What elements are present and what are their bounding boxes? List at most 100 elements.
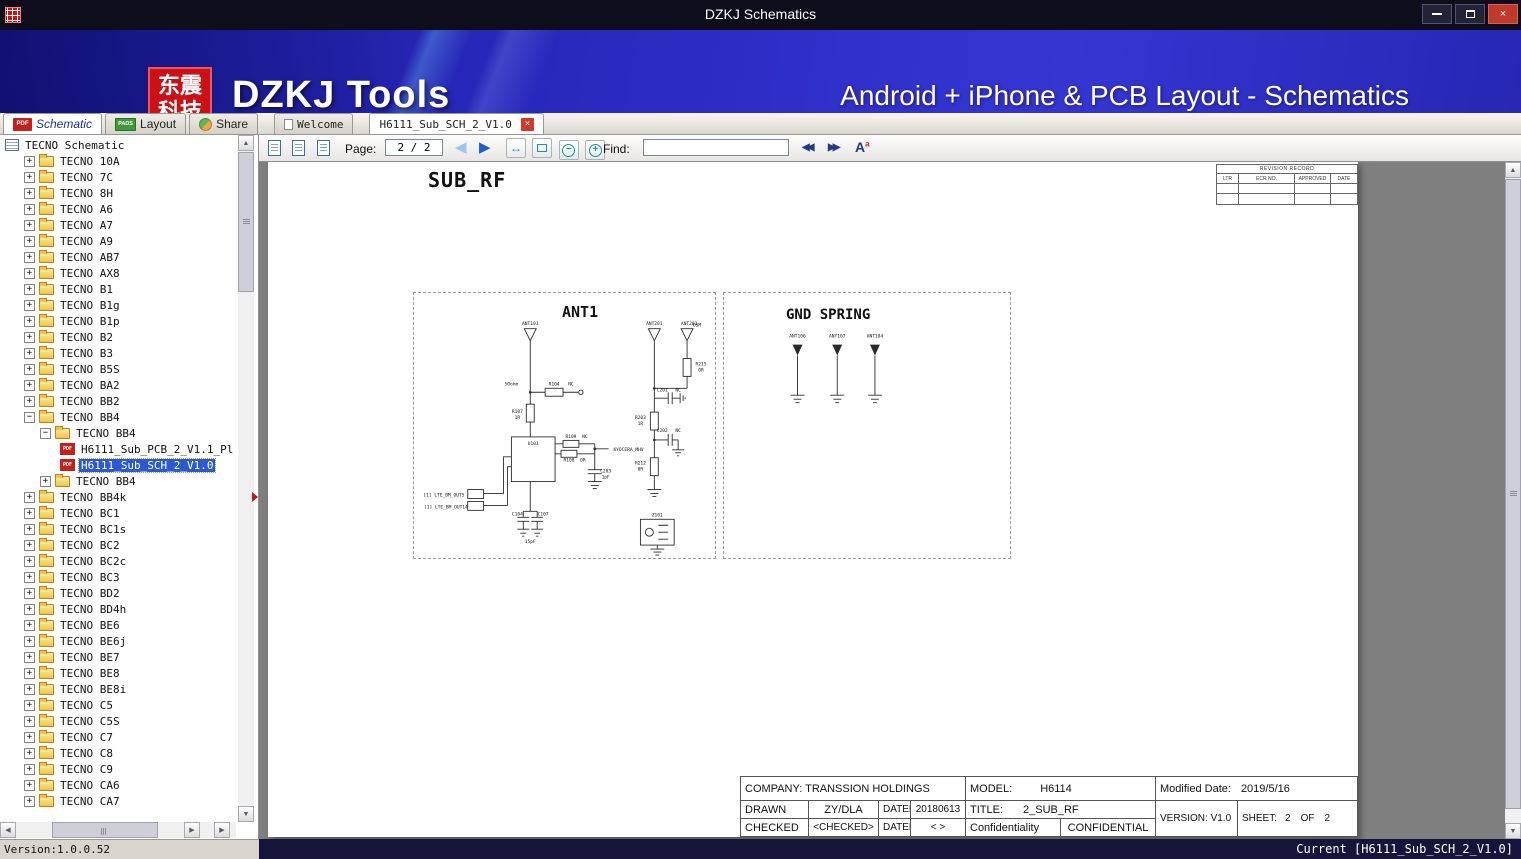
tree-folder-item[interactable]: + TECNO B5S bbox=[0, 361, 235, 377]
tree-item-label[interactable]: TECNO BC3 bbox=[58, 571, 122, 584]
expand-icon[interactable]: + bbox=[24, 796, 35, 807]
expand-icon[interactable]: + bbox=[24, 700, 35, 711]
tab-document-active[interactable]: H6111_Sub_SCH_2_V1.0 × bbox=[369, 113, 543, 134]
tree-item-label[interactable]: TECNO B5S bbox=[58, 363, 122, 376]
expand-icon[interactable]: + bbox=[24, 492, 35, 503]
tree-item-label[interactable]: TECNO B1 bbox=[58, 283, 115, 296]
expand-icon[interactable]: + bbox=[24, 716, 35, 727]
tree-item-label[interactable]: TECNO BD2 bbox=[58, 587, 122, 600]
tree-folder-item[interactable]: +TECNO BC2c bbox=[0, 553, 235, 569]
tree-item-label[interactable]: TECNO CA6 bbox=[58, 779, 122, 792]
maximize-button[interactable] bbox=[1455, 4, 1485, 24]
tree-folder-item[interactable]: + TECNO CA6 bbox=[0, 777, 235, 793]
tree-item-label[interactable]: H6111_Sub_PCB_2_V1.1_Pl bbox=[79, 443, 235, 456]
tree-item-label[interactable]: TECNO BE8 bbox=[58, 667, 122, 680]
tree-folder-item[interactable]: +TECNO BE8 bbox=[0, 665, 235, 681]
tree-item-label[interactable]: TECNO AX8 bbox=[58, 267, 122, 280]
tree-item-label[interactable]: TECNO C9 bbox=[58, 763, 115, 776]
collapse-icon[interactable]: − bbox=[24, 412, 35, 423]
tree-item-label[interactable]: TECNO B1g bbox=[58, 299, 122, 312]
minimize-button[interactable] bbox=[1422, 4, 1452, 24]
tree-folder-item[interactable]: +TECNO A7 bbox=[0, 217, 235, 233]
scroll-left-icon[interactable]: ◀ bbox=[0, 822, 16, 838]
previous-page-icon[interactable]: ◀ bbox=[455, 139, 467, 157]
tree-folder-item[interactable]: +TECNO BC1s bbox=[0, 521, 235, 537]
next-page-icon[interactable]: ▶ bbox=[479, 139, 491, 157]
close-tab-icon[interactable]: × bbox=[521, 118, 534, 131]
find-next-icon[interactable]: ▶▶ bbox=[828, 142, 837, 153]
expand-icon[interactable]: + bbox=[24, 620, 35, 631]
expand-icon[interactable]: + bbox=[24, 572, 35, 583]
tree-folder-item[interactable]: +TECNO C5 bbox=[0, 697, 235, 713]
tree-item-label[interactable]: TECNO A6 bbox=[58, 203, 115, 216]
tree-item-label[interactable]: TECNO BC1s bbox=[58, 523, 128, 536]
tree-folder-item[interactable]: + TECNO BC1 bbox=[0, 505, 235, 521]
tree-item-label[interactable]: TECNO BE6 bbox=[58, 619, 122, 632]
tree-folder-item[interactable]: +TECNO AB7 bbox=[0, 249, 235, 265]
pages-icon[interactable] bbox=[317, 140, 330, 156]
tree-item-label[interactable]: TECNO BB2 bbox=[58, 395, 122, 408]
tree-folder-item[interactable]: + TECNO CA7 bbox=[0, 793, 235, 809]
scrollbar-thumb[interactable] bbox=[52, 822, 158, 838]
find-input[interactable] bbox=[643, 139, 789, 156]
tree-folder-item[interactable]: +TECNO 7C bbox=[0, 169, 235, 185]
expand-icon[interactable]: + bbox=[40, 476, 51, 487]
tree-folder-item[interactable]: +TECNO BE7 bbox=[0, 649, 235, 665]
expand-icon[interactable]: + bbox=[24, 364, 35, 375]
tree-item-label[interactable]: TECNO CA7 bbox=[58, 795, 122, 808]
tree-folder-item[interactable]: +TECNO B3 bbox=[0, 345, 235, 361]
expand-icon[interactable]: + bbox=[24, 380, 35, 391]
tree-folder-item[interactable]: +TECNO C9 bbox=[0, 761, 235, 777]
expand-icon[interactable]: + bbox=[24, 156, 35, 167]
tree-item-label[interactable]: TECNO B1p bbox=[58, 315, 122, 328]
expand-panel-icon[interactable]: ▶ bbox=[214, 822, 230, 838]
zoom-out-button[interactable]: − bbox=[559, 140, 579, 160]
expand-icon[interactable]: + bbox=[24, 732, 35, 743]
collapse-icon[interactable]: − bbox=[40, 428, 51, 439]
expand-icon[interactable]: + bbox=[24, 780, 35, 791]
tree-item-label[interactable]: TECNO B2 bbox=[58, 331, 115, 344]
tree-folder-item[interactable]: +TECNO C8 bbox=[0, 745, 235, 761]
expand-icon[interactable]: + bbox=[24, 188, 35, 199]
scrollbar-thumb[interactable] bbox=[238, 152, 254, 292]
tree-file-item[interactable]: PDFH6111_Sub_PCB_2_V1.1_Pl bbox=[0, 441, 235, 457]
fit-width-button[interactable]: ↔ bbox=[506, 138, 526, 158]
tree-item-label[interactable]: TECNO 10A bbox=[58, 155, 122, 168]
tree-folder-item[interactable]: + TECNO BB4 bbox=[0, 473, 235, 489]
tab-layout[interactable]: PADS Layout bbox=[105, 113, 186, 134]
tree-item-label[interactable]: TECNO B3 bbox=[58, 347, 115, 360]
tree-item-label[interactable]: TECNO BD4h bbox=[58, 603, 128, 616]
tree-item-label[interactable]: TECNO BB4 bbox=[74, 475, 138, 488]
page-number-input[interactable] bbox=[385, 139, 443, 156]
expand-icon[interactable]: + bbox=[24, 396, 35, 407]
tree-folder-item[interactable]: + TECNO BC3 bbox=[0, 569, 235, 585]
scroll-down-icon[interactable]: ▼ bbox=[238, 806, 254, 822]
scroll-up-icon[interactable]: ▲ bbox=[1505, 162, 1521, 178]
tree-folder-item[interactable]: + TECNO 10A bbox=[0, 153, 235, 169]
tab-schematic[interactable]: PDF Schematic bbox=[3, 113, 102, 134]
tree-folder-item[interactable]: +TECNO BC2 bbox=[0, 537, 235, 553]
tree-item-label[interactable]: TECNO A9 bbox=[58, 235, 115, 248]
copy-page-icon[interactable] bbox=[292, 140, 305, 156]
tree-item-label[interactable]: TECNO BC2c bbox=[58, 555, 128, 568]
expand-icon[interactable]: + bbox=[24, 508, 35, 519]
sidebar-vertical-scrollbar[interactable]: ▲ ▼ bbox=[238, 135, 254, 822]
tree-folder-item[interactable]: +TECNO 8H bbox=[0, 185, 235, 201]
tree-item-label[interactable]: TECNO BC1 bbox=[58, 507, 122, 520]
expand-icon[interactable]: + bbox=[24, 300, 35, 311]
tree-folder-item[interactable]: + TECNO BE6 bbox=[0, 617, 235, 633]
expand-icon[interactable]: + bbox=[24, 252, 35, 263]
tree-folder-item[interactable]: +TECNO BD2 bbox=[0, 585, 235, 601]
fit-page-button[interactable] bbox=[532, 138, 552, 158]
tree-item-label[interactable]: TECNO C7 bbox=[58, 731, 115, 744]
tree-folder-item[interactable]: + TECNO A9 bbox=[0, 233, 235, 249]
expand-icon[interactable]: + bbox=[24, 284, 35, 295]
expand-icon[interactable]: + bbox=[24, 236, 35, 247]
tab-welcome[interactable]: Welcome bbox=[274, 113, 353, 134]
tree-folder-item[interactable]: +TECNO BE6j bbox=[0, 633, 235, 649]
expand-icon[interactable]: + bbox=[24, 604, 35, 615]
tree-item-label[interactable]: TECNO BE8i bbox=[58, 683, 128, 696]
tree-folder-item[interactable]: +TECNO B2 bbox=[0, 329, 235, 345]
expand-icon[interactable]: + bbox=[24, 652, 35, 663]
scroll-right-icon[interactable]: ▶ bbox=[184, 822, 200, 838]
